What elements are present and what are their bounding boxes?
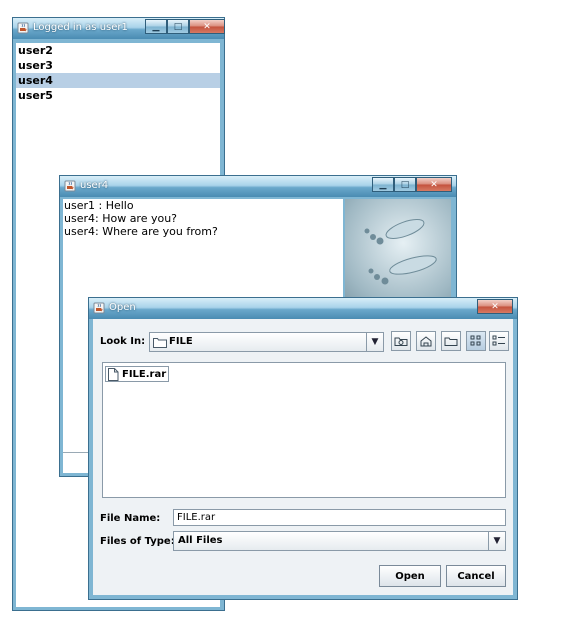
cancel-button[interactable]: Cancel — [446, 565, 506, 587]
maximize-button[interactable]: □ — [394, 177, 416, 192]
close-icon: ✕ — [491, 301, 499, 312]
chevron-down-icon[interactable]: ▼ — [488, 532, 505, 550]
open-button[interactable]: Open — [379, 565, 441, 587]
java-cup-icon — [17, 22, 29, 34]
open-dialog-body: Look In: FILE ▼ FILE.rar File Name: FILE… — [93, 319, 513, 595]
close-button[interactable]: ✕ — [189, 19, 225, 34]
chevron-down-icon[interactable]: ▼ — [366, 333, 383, 351]
chat-message: user4: Where are you from? — [64, 225, 218, 238]
user-avatar-image — [345, 199, 451, 309]
look-in-label: Look In: — [100, 336, 146, 347]
home-icon — [420, 336, 432, 347]
details-view-button[interactable] — [489, 331, 509, 351]
user-list-titlebar[interactable]: Logged in as user1 ▁ □ ✕ — [13, 18, 225, 39]
close-icon: ✕ — [203, 21, 211, 32]
list-item-user2[interactable]: user2 — [16, 43, 220, 58]
open-dialog-titlebar[interactable]: Open ✕ — [89, 298, 517, 319]
look-in-combobox[interactable]: FILE ▼ — [149, 332, 384, 352]
up-one-level-button[interactable] — [391, 331, 411, 351]
maximize-button[interactable]: □ — [167, 19, 189, 34]
chat-input-area[interactable] — [63, 452, 91, 473]
folder-icon — [153, 338, 167, 348]
list-item-user5[interactable]: user5 — [16, 88, 220, 103]
minimize-button[interactable]: ▁ — [372, 177, 394, 192]
open-file-dialog: Open ✕ Look In: FILE ▼ FILE.rar File Nam… — [88, 297, 518, 600]
new-folder-button[interactable] — [441, 331, 461, 351]
minimize-icon: ▁ — [152, 21, 160, 32]
up-folder-icon — [394, 337, 408, 346]
file-name-label: File Name: — [100, 513, 161, 524]
java-cup-icon — [93, 302, 105, 314]
list-item-user4-selected[interactable]: user4 — [16, 73, 220, 88]
window-title: Open — [109, 302, 136, 313]
file-name-input[interactable] — [174, 510, 505, 525]
list-view-icon — [470, 335, 481, 346]
look-in-value: FILE — [169, 336, 193, 347]
maximize-icon: □ — [400, 179, 410, 190]
close-icon: ✕ — [430, 179, 438, 190]
list-item-user3[interactable]: user3 — [16, 58, 220, 73]
files-of-type-value: All Files — [178, 535, 223, 546]
window-title: Logged in as user1 — [33, 22, 128, 33]
chat-message: user4: How are you? — [64, 212, 178, 225]
java-cup-icon — [64, 180, 76, 192]
file-name: FILE.rar — [122, 368, 167, 380]
files-of-type-label: Files of Type: — [100, 536, 175, 547]
details-view-icon — [492, 335, 505, 346]
chat-message: user1 : Hello — [64, 199, 134, 212]
list-view-button[interactable] — [466, 331, 486, 351]
new-folder-icon — [444, 337, 458, 346]
close-button[interactable]: ✕ — [416, 177, 452, 192]
files-of-type-combobox[interactable]: All Files ▼ — [173, 531, 506, 551]
file-icon — [108, 368, 119, 381]
file-item[interactable]: FILE.rar — [105, 366, 170, 382]
file-name-field[interactable] — [173, 509, 506, 526]
minimize-icon: ▁ — [379, 179, 387, 190]
home-button[interactable] — [416, 331, 436, 351]
maximize-icon: □ — [173, 21, 183, 32]
minimize-button[interactable]: ▁ — [145, 19, 167, 34]
chat-titlebar[interactable]: user4 ▁ □ ✕ — [60, 176, 456, 197]
window-title: user4 — [80, 180, 109, 191]
file-list[interactable]: FILE.rar — [102, 362, 506, 498]
water-drops-icon — [364, 219, 437, 285]
close-button[interactable]: ✕ — [477, 299, 513, 314]
